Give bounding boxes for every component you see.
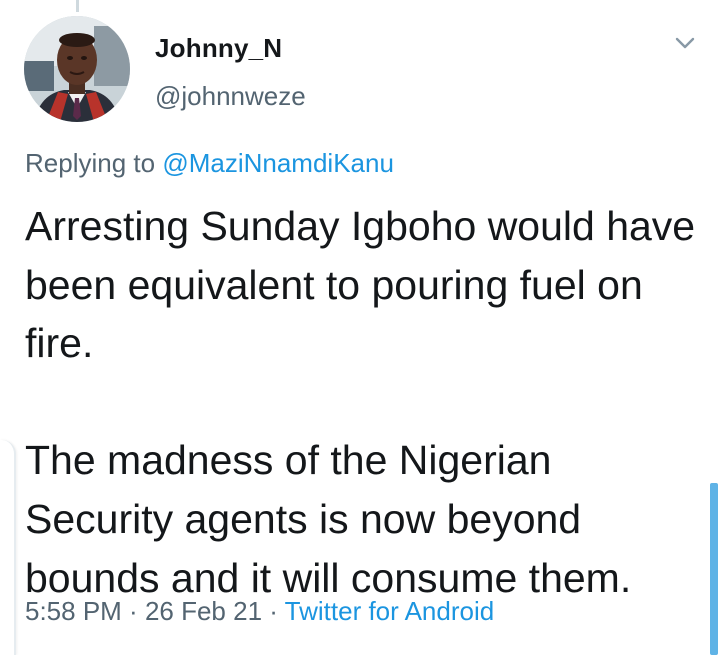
author-display-name[interactable]: Johnny_N	[155, 33, 282, 64]
more-options-button[interactable]	[672, 33, 698, 53]
tweet-metadata: 5:58 PM · 26 Feb 21 · Twitter for Androi…	[25, 596, 494, 627]
tweet-time[interactable]: 5:58 PM	[25, 596, 122, 626]
chevron-down-icon	[675, 37, 695, 49]
avatar-photo-icon	[24, 16, 130, 122]
scroll-indicator[interactable]	[710, 483, 718, 655]
tweet-date[interactable]: 26 Feb 21	[145, 596, 262, 626]
meta-separator: ·	[262, 596, 285, 626]
tweet-paragraph: The madness of the Nigerian Security age…	[25, 437, 632, 601]
tweet-paragraph: Arresting Sunday Igboho would have been …	[25, 203, 696, 367]
meta-separator: ·	[121, 596, 145, 626]
tweet-body: Arresting Sunday Igboho would have been …	[25, 197, 705, 607]
replying-to-label: Replying to	[25, 148, 163, 178]
avatar[interactable]	[24, 16, 130, 122]
tweet-detail: Johnny_N @johnnweze Replying to @MaziNna…	[0, 0, 720, 655]
replying-to-line: Replying to @MaziNnamdiKanu	[25, 148, 394, 179]
replying-to-mention-link[interactable]: @MaziNnamdiKanu	[162, 148, 394, 178]
thread-connector-line	[76, 0, 79, 12]
author-handle[interactable]: @johnnweze	[155, 81, 306, 112]
left-panel-edge	[0, 440, 16, 655]
tweet-source-link[interactable]: Twitter for Android	[285, 596, 495, 626]
